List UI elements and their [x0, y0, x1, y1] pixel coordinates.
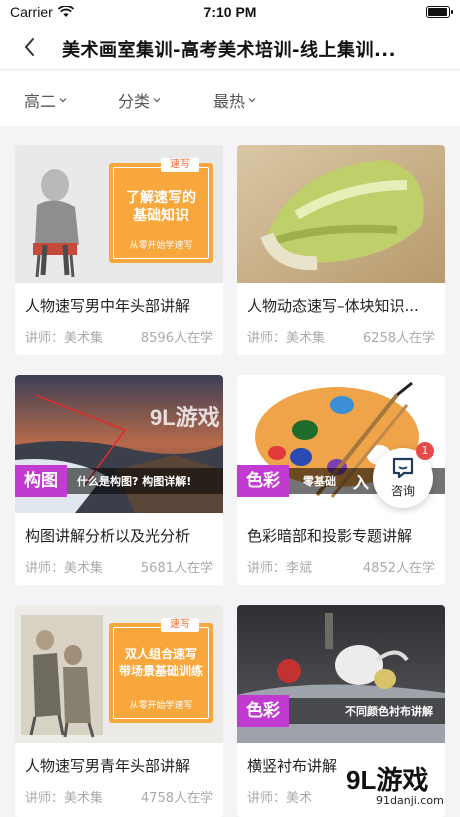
category-badge: 色彩: [237, 695, 289, 727]
filter-label: 高二: [24, 92, 57, 111]
teacher-label: 讲师：美术集: [25, 561, 104, 576]
watermark-url: 91danji.com: [376, 794, 444, 807]
course-thumbnail: 速写 了解速写的 基础知识 从零开始学速写: [15, 145, 223, 283]
promo-heading: 双人组合速写: [124, 647, 197, 661]
watermark-logo: 9L游戏: [346, 765, 429, 795]
consult-label: 咨询: [390, 484, 415, 498]
course-title: 人物动态速写–体块知识...: [247, 297, 419, 315]
status-time: 7:10 PM: [203, 4, 257, 20]
learner-count: 6258人在学: [362, 331, 435, 346]
learner-count: 4852人在学: [362, 561, 435, 576]
chevron-down-icon: [153, 98, 161, 103]
teacher-label: 讲师：美术: [247, 791, 313, 806]
course-thumbnail: 构图 什么是构图? 构图详解!: [15, 375, 223, 513]
tag-label: 速写: [161, 618, 199, 632]
teacher-label: 讲师：美术集: [25, 791, 104, 806]
course-card[interactable]: 速写 双人组合速写 带场景基础训练 从零开始学速写 人物速写男青年头部讲解 讲师…: [15, 605, 223, 817]
filter-label: 分类: [118, 92, 151, 111]
teacher-label: 讲师：美术集: [247, 331, 326, 346]
course-thumbnail: 色彩 不同颜色衬布讲解: [237, 605, 445, 743]
category-badge: 色彩: [237, 465, 289, 497]
course-title: 人物速写男中年头部讲解: [25, 297, 191, 315]
course-title: 色彩暗部和投影专题讲解: [247, 527, 413, 545]
teacher-label: 讲师：李斌: [247, 561, 313, 576]
course-thumbnail: 速写 双人组合速写 带场景基础训练 从零开始学速写: [15, 605, 223, 743]
watermark: 9L游戏 91danji.com: [346, 760, 458, 815]
promo-heading: 基础知识: [133, 208, 189, 224]
category-badge: 构图: [15, 465, 67, 497]
battery-level: [428, 8, 447, 16]
course-meta: 讲师：美术集 4758人在学: [25, 787, 213, 806]
caption-text: 零基础: [303, 475, 336, 488]
tag-label: 速写: [161, 158, 199, 172]
caption-text: 什么是构图? 构图详解!: [77, 475, 192, 488]
caption-text: 不同颜色衬布讲解: [345, 705, 433, 718]
course-thumbnail: [237, 145, 445, 283]
course-meta: 讲师：李斌 4852人在学: [247, 557, 435, 576]
filter-bar: 高二 分类 最热: [0, 71, 460, 126]
learner-count: 8596人在学: [140, 331, 213, 346]
filter-grade[interactable]: 高二: [24, 88, 67, 112]
filter-sort[interactable]: 最热: [213, 88, 256, 112]
filter-category[interactable]: 分类: [118, 88, 161, 112]
promo-sub: 从零开始学速写: [129, 241, 193, 251]
teacher-label: 讲师：美术集: [25, 331, 104, 346]
learner-count: 4758人在学: [140, 791, 213, 806]
filter-label: 最热: [213, 92, 246, 111]
course-meta: 讲师：美术集 8596人在学: [25, 327, 213, 346]
notification-badge: 1: [416, 442, 434, 460]
chevron-down-icon: [248, 98, 256, 103]
chevron-down-icon: [59, 98, 67, 103]
course-card[interactable]: 速写 了解速写的 基础知识 从零开始学速写 人物速写男中年头部讲解 讲师：美术集…: [15, 145, 223, 355]
course-meta: 讲师：美术集 6258人在学: [247, 327, 435, 346]
promo-heading: 带场景基础训练: [118, 664, 203, 678]
course-meta: 讲师：美术集 5681人在学: [25, 557, 213, 576]
course-title: 构图讲解分析以及光分析: [25, 527, 191, 545]
course-card[interactable]: 人物动态速写–体块知识... 讲师：美术集 6258人在学: [237, 145, 445, 355]
nav-bar: 美术画室集训-高考美术培训-线上集训...: [0, 24, 460, 70]
watermark-logo: 9L游戏: [150, 405, 220, 430]
page-title: 美术画室集训-高考美术培训-线上集训...: [62, 40, 396, 61]
chat-icon: [392, 457, 414, 479]
promo-sub: 从零开始学速写: [129, 701, 193, 711]
chevron-left-icon[interactable]: [18, 34, 44, 60]
caption-text-extra: 入: [353, 473, 370, 492]
learner-count: 5681人在学: [140, 561, 213, 576]
cabbage-painting-image: [237, 145, 445, 283]
consult-button[interactable]: 咨询 1: [373, 442, 434, 508]
promo-heading: 了解速写的: [126, 190, 196, 206]
battery-icon: [426, 6, 453, 18]
course-title: 人物速写男青年头部讲解: [25, 757, 191, 775]
status-bar: Carrier 7:10 PM: [0, 0, 460, 24]
